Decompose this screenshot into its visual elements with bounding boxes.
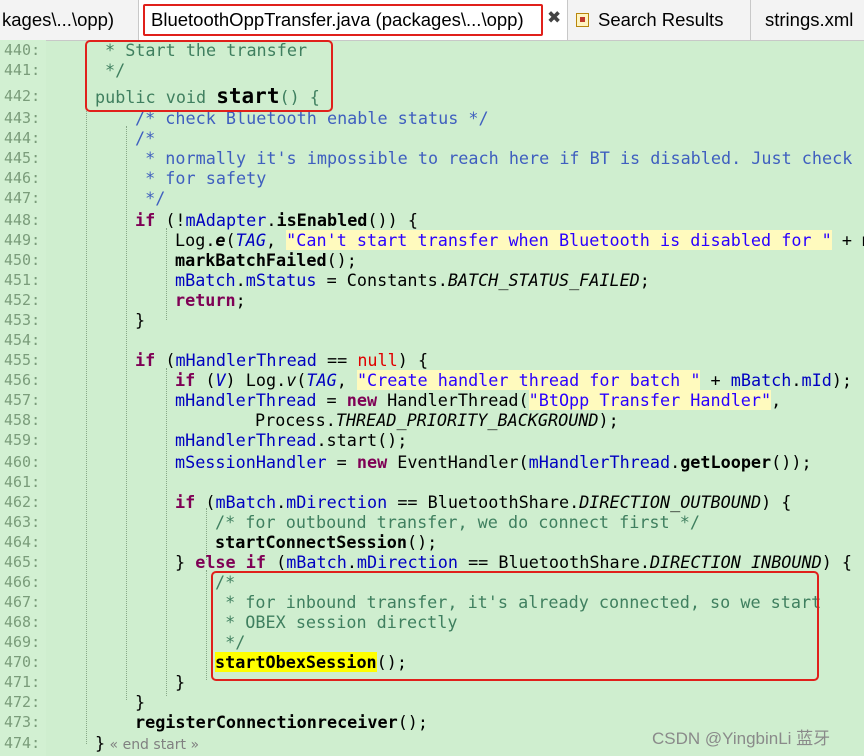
line-number: 449: bbox=[4, 231, 41, 249]
tab-label: strings.xml bbox=[765, 9, 854, 30]
code-line-447: */ bbox=[135, 188, 166, 208]
line-number: 460: bbox=[4, 453, 41, 471]
code-line-457: mHandlerThread = new HandlerThread("BtOp… bbox=[175, 390, 782, 410]
line-number: 463: bbox=[4, 513, 41, 531]
code-line-452: return; bbox=[175, 290, 246, 310]
editor-tab-bar: kages\...\opp) BluetoothOppTransfer.java… bbox=[0, 0, 864, 41]
line-number: 452: bbox=[4, 291, 41, 309]
line-number: 465: bbox=[4, 553, 41, 571]
line-number: 459: bbox=[4, 431, 41, 449]
code-line-473: registerConnectionreceiver(); bbox=[135, 712, 428, 732]
active-tab-highlight-box bbox=[143, 4, 543, 36]
code-line-464: startConnectSession(); bbox=[215, 532, 438, 552]
line-number: 464: bbox=[4, 533, 41, 551]
line-number: 441: bbox=[4, 61, 41, 79]
code-line-458: Process.THREAD_PRIORITY_BACKGROUND); bbox=[255, 410, 619, 430]
code-line-455: if (mHandlerThread == null) { bbox=[135, 350, 429, 370]
indent-guide bbox=[166, 368, 167, 696]
code-line-446: * for safety bbox=[135, 168, 267, 188]
indent-guide bbox=[126, 126, 127, 700]
line-number: 461: bbox=[4, 473, 41, 491]
code-line-449: Log.e(TAG, "Can't start transfer when Bl… bbox=[175, 230, 864, 250]
code-line-448: if (!mAdapter.isEnabled()) { bbox=[135, 210, 418, 230]
line-number: 443: bbox=[4, 109, 41, 127]
line-number: 446: bbox=[4, 169, 41, 187]
line-number: 467: bbox=[4, 593, 41, 611]
code-line-471: } bbox=[175, 672, 186, 692]
line-number: 456: bbox=[4, 371, 41, 389]
code-line-474: } « end start » bbox=[95, 733, 200, 753]
line-number: 444: bbox=[4, 129, 41, 147]
tab-opp-package[interactable]: kages\...\opp) bbox=[0, 0, 138, 40]
line-number: 472: bbox=[4, 693, 41, 711]
code-line-460: mSessionHandler = new EventHandler(mHand… bbox=[175, 452, 812, 472]
code-line-465: } else if (mBatch.mDirection == Bluetoot… bbox=[175, 552, 853, 572]
line-number: 474: bbox=[4, 734, 41, 752]
line-number: 458: bbox=[4, 411, 41, 429]
code-line-472: } bbox=[135, 692, 146, 712]
tab-search-results[interactable]: Search Results bbox=[568, 0, 748, 40]
line-number: 453: bbox=[4, 311, 41, 329]
line-number: 440: bbox=[4, 41, 41, 59]
code-line-453: } bbox=[135, 310, 146, 330]
search-results-icon bbox=[576, 13, 589, 27]
tab-label: Search Results bbox=[598, 9, 724, 30]
line-number: 457: bbox=[4, 391, 41, 409]
tab-strings-xml[interactable]: strings.xml bbox=[750, 0, 864, 40]
code-line-451: mBatch.mStatus = Constants.BATCH_STATUS_… bbox=[175, 270, 650, 290]
line-number: 462: bbox=[4, 493, 41, 511]
line-number: 470: bbox=[4, 653, 41, 671]
close-icon[interactable]: ✖ bbox=[547, 8, 561, 28]
code-line-444: /* bbox=[135, 128, 156, 148]
indent-guide bbox=[86, 58, 87, 744]
code-line-459: mHandlerThread.start(); bbox=[175, 430, 408, 450]
line-number: 473: bbox=[4, 713, 41, 731]
code-line-450: markBatchFailed(); bbox=[175, 250, 357, 270]
indent-guide bbox=[166, 228, 167, 320]
code-line-463: /* for outbound transfer, we do connect … bbox=[215, 512, 700, 532]
tab-label: kages\...\opp) bbox=[2, 9, 115, 30]
red-annotation-box-inbound-branch bbox=[211, 571, 819, 681]
line-number: 455: bbox=[4, 351, 41, 369]
line-number: 450: bbox=[4, 251, 41, 269]
code-line-445: * normally it's impossible to reach here… bbox=[135, 148, 853, 168]
indent-guide bbox=[206, 570, 207, 680]
watermark: CSDN @YingbinLi 蓝牙 bbox=[652, 729, 831, 748]
line-number: 451: bbox=[4, 271, 41, 289]
line-number: 447: bbox=[4, 189, 41, 207]
line-number: 442: bbox=[4, 87, 41, 105]
line-number: 454: bbox=[4, 331, 41, 349]
line-number: 466: bbox=[4, 573, 41, 591]
line-number: 448: bbox=[4, 211, 41, 229]
line-number: 445: bbox=[4, 149, 41, 167]
line-number: 471: bbox=[4, 673, 41, 691]
code-line-456: if (V) Log.v(TAG, "Create handler thread… bbox=[175, 370, 853, 390]
code-line-462: if (mBatch.mDirection == BluetoothShare.… bbox=[175, 492, 792, 512]
line-number: 469: bbox=[4, 633, 41, 651]
line-number: 468: bbox=[4, 613, 41, 631]
red-annotation-box-start-method bbox=[85, 40, 333, 112]
